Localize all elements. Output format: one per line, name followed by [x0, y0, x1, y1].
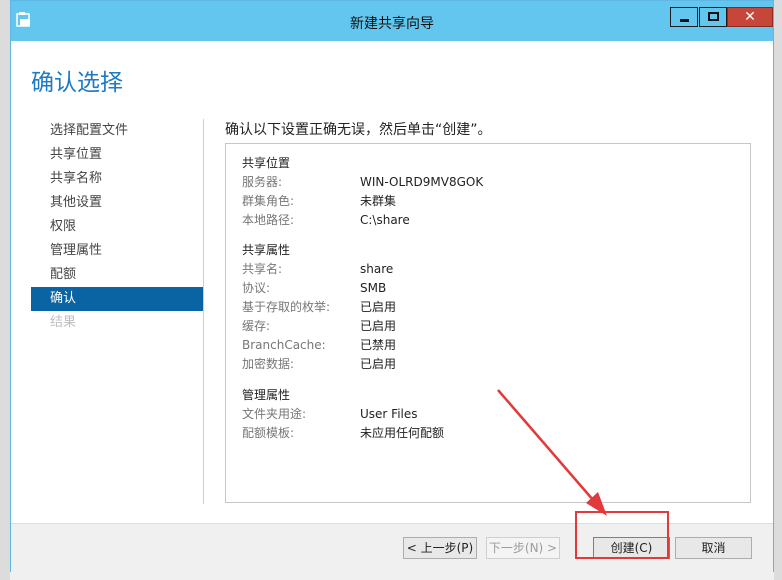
annotation-arrow-icon: [497, 389, 607, 516]
